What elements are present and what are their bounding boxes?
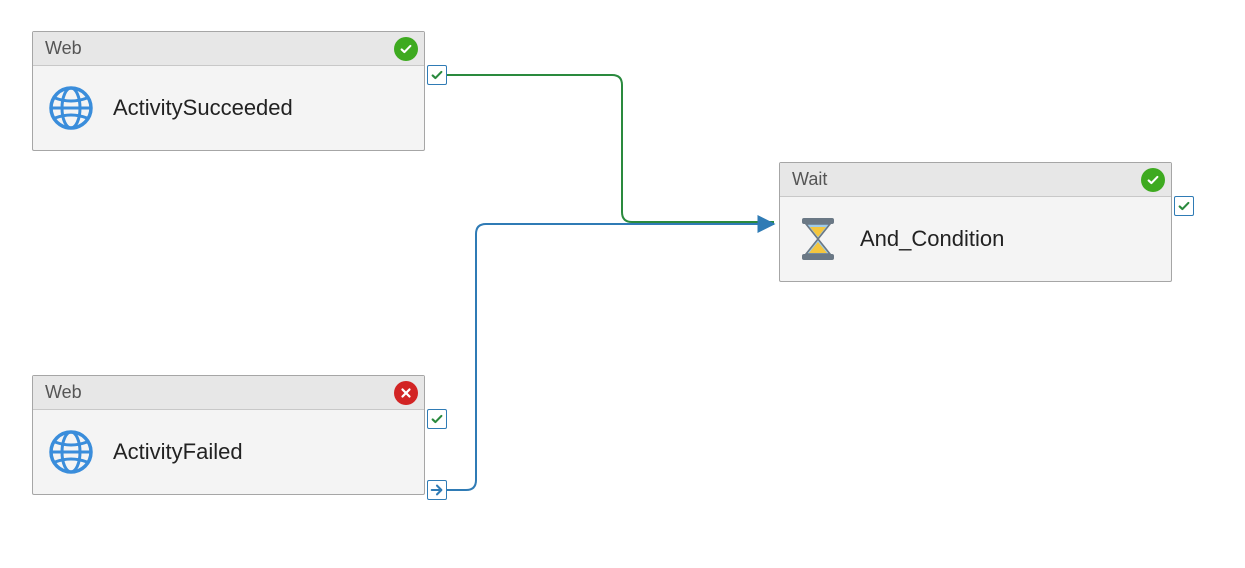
- dependency-handle-completion[interactable]: [427, 480, 447, 500]
- node-title: ActivitySucceeded: [113, 95, 293, 121]
- node-header: Web: [33, 32, 424, 66]
- status-badge: [394, 381, 418, 405]
- node-header: Wait: [780, 163, 1171, 197]
- activity-node-failed[interactable]: Web ActivityFailed: [32, 375, 425, 495]
- globe-icon: [47, 84, 95, 132]
- success-icon: [394, 37, 418, 61]
- node-body: ActivitySucceeded: [33, 66, 424, 150]
- pipeline-canvas[interactable]: Web ActivitySucceeded: [0, 0, 1245, 568]
- status-badge: [1141, 168, 1165, 192]
- node-type-label: Web: [45, 382, 82, 403]
- fail-icon: [394, 381, 418, 405]
- node-title: And_Condition: [860, 226, 1004, 252]
- hourglass-icon: [794, 215, 842, 263]
- globe-icon: [47, 428, 95, 476]
- activity-node-wait[interactable]: Wait And_Condition: [779, 162, 1172, 282]
- node-body: ActivityFailed: [33, 410, 424, 494]
- status-badge: [394, 37, 418, 61]
- node-type-label: Wait: [792, 169, 827, 190]
- node-body: And_Condition: [780, 197, 1171, 281]
- node-type-label: Web: [45, 38, 82, 59]
- dependency-handle-success[interactable]: [1174, 196, 1194, 216]
- connector-completion[interactable]: [447, 224, 774, 490]
- connector-success[interactable]: [447, 75, 774, 222]
- dependency-handle-success[interactable]: [427, 409, 447, 429]
- success-icon: [1141, 168, 1165, 192]
- activity-node-succeeded[interactable]: Web ActivitySucceeded: [32, 31, 425, 151]
- node-header: Web: [33, 376, 424, 410]
- dependency-handle-success[interactable]: [427, 65, 447, 85]
- node-title: ActivityFailed: [113, 439, 243, 465]
